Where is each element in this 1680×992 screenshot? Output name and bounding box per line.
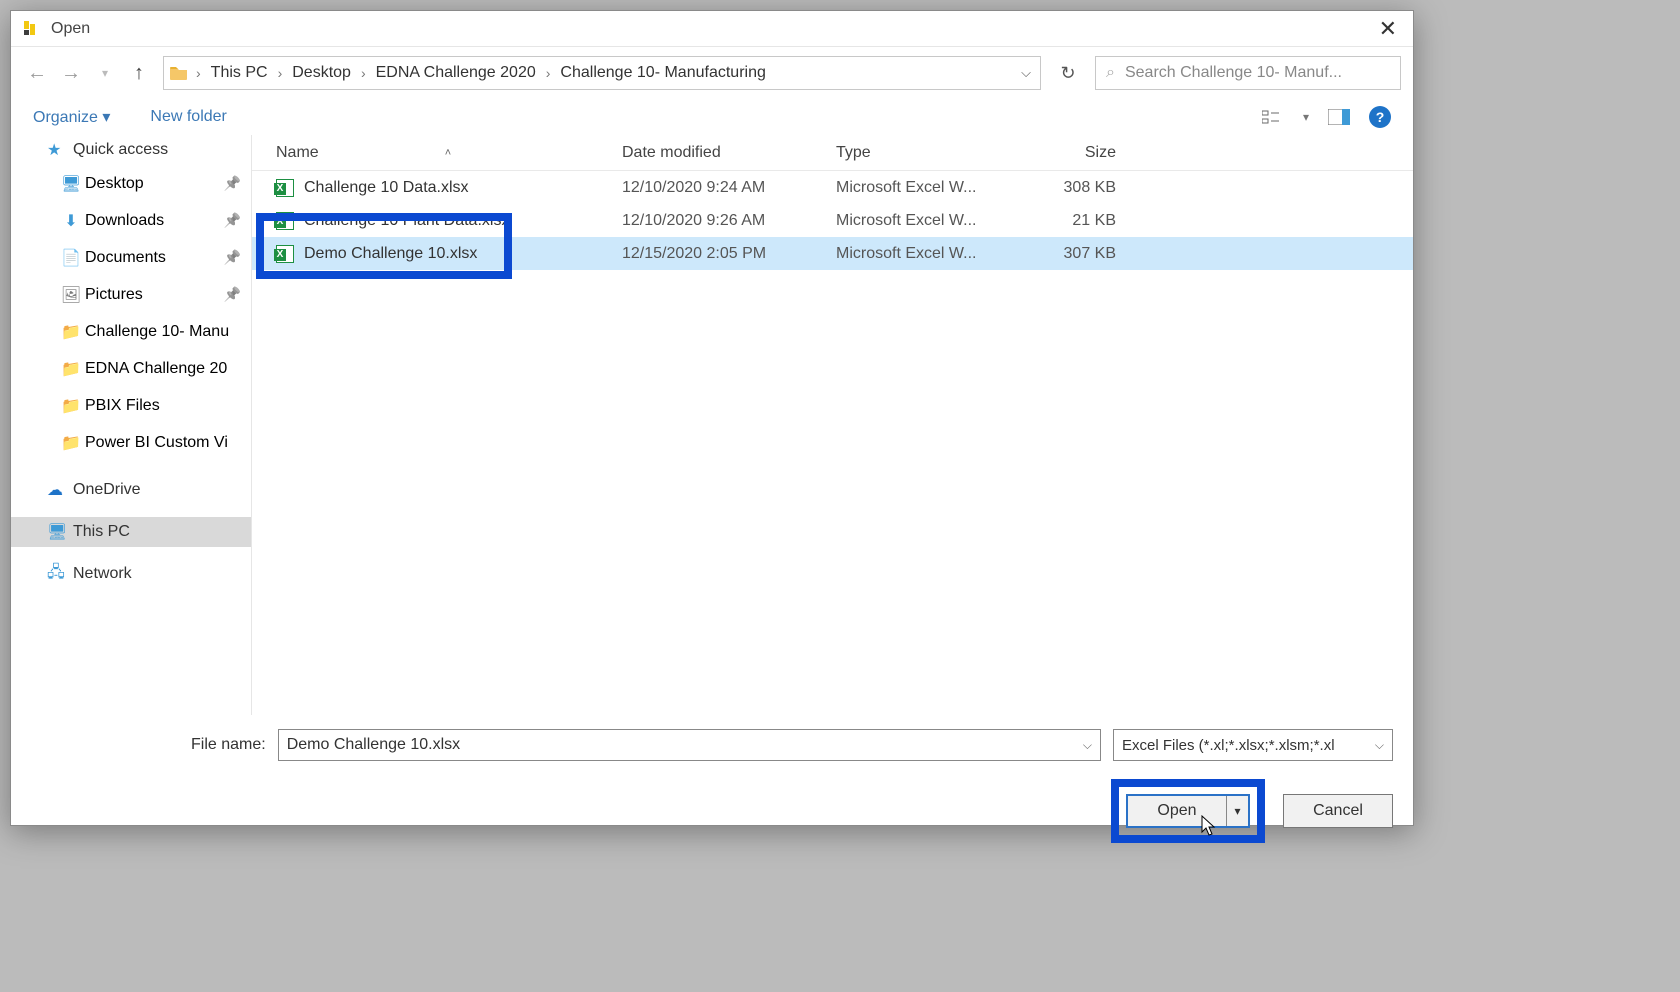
desktop-icon: 🖥 — [61, 174, 81, 194]
file-type: Microsoft Excel W... — [836, 212, 1016, 230]
search-input[interactable]: ⌕ Search Challenge 10- Manuf... — [1095, 56, 1401, 90]
chevron-right-icon[interactable]: › — [194, 65, 203, 81]
folder-icon: 📁 — [61, 322, 81, 342]
file-name-label: File name: — [191, 736, 266, 754]
annotation-highlight: Open ▾ — [1111, 779, 1265, 843]
sidebar-item-challenge10[interactable]: 📁 Challenge 10- Manu — [11, 313, 251, 350]
new-folder-button[interactable]: New folder — [150, 108, 226, 126]
view-dropdown-icon[interactable]: ▾ — [1303, 110, 1309, 124]
table-row[interactable]: Demo Challenge 10.xlsx 12/15/2020 2:05 P… — [252, 237, 1413, 270]
excel-icon — [276, 212, 294, 230]
crumb-desktop[interactable]: Desktop — [288, 64, 355, 82]
file-date: 12/10/2020 9:24 AM — [622, 179, 836, 197]
file-date: 12/15/2020 2:05 PM — [622, 245, 836, 263]
network-icon: 🖧 — [47, 561, 65, 588]
navbar: ← → ▾ ↑ › This PC › Desktop › EDNA Chall… — [11, 47, 1413, 99]
file-size: 21 KB — [1016, 212, 1128, 230]
file-date: 12/10/2020 9:26 AM — [622, 212, 836, 230]
file-size: 307 KB — [1016, 245, 1128, 263]
documents-icon: 📄 — [61, 248, 81, 268]
dialog-title: Open — [51, 20, 90, 38]
chevron-right-icon[interactable]: › — [359, 65, 368, 81]
folder-icon: 📁 — [61, 396, 81, 416]
help-icon[interactable]: ? — [1369, 106, 1391, 128]
cloud-icon: ☁ — [47, 480, 63, 500]
columns-header: Name˄ Date modified Type Size — [252, 135, 1413, 171]
star-icon: ★ — [47, 140, 61, 160]
excel-icon — [276, 245, 294, 263]
folder-icon — [168, 62, 190, 84]
sidebar-item-documents[interactable]: 📄 Documents — [11, 239, 251, 276]
view-options-icon[interactable] — [1261, 105, 1285, 129]
back-icon[interactable]: ← — [23, 59, 51, 87]
file-type: Microsoft Excel W... — [836, 245, 1016, 263]
sidebar-quick-access[interactable]: ★ Quick access — [11, 135, 251, 165]
footer: File name: Demo Challenge 10.xlsx ⌵ Exce… — [11, 715, 1413, 825]
up-icon[interactable]: ↑ — [125, 59, 153, 87]
chevron-right-icon[interactable]: › — [544, 65, 553, 81]
sort-asc-icon: ˄ — [445, 147, 451, 159]
excel-icon — [276, 179, 294, 197]
app-icon — [21, 20, 39, 38]
file-type: Microsoft Excel W... — [836, 179, 1016, 197]
recent-dropdown-icon[interactable]: ▾ — [91, 59, 119, 87]
sidebar-onedrive[interactable]: ☁ OneDrive — [11, 475, 251, 505]
pictures-icon: 🖼 — [61, 285, 81, 305]
search-icon: ⌕ — [1106, 64, 1115, 82]
crumb-challenge10[interactable]: Challenge 10- Manufacturing — [556, 64, 769, 82]
file-size: 308 KB — [1016, 179, 1128, 197]
sidebar-network[interactable]: 🖧 Network — [11, 559, 251, 589]
rows: Challenge 10 Data.xlsx 12/10/2020 9:24 A… — [252, 171, 1413, 715]
crumb-edna[interactable]: EDNA Challenge 2020 — [372, 64, 540, 82]
forward-icon: → — [57, 59, 85, 87]
toolbar: Organize ▾ New folder ▾ ? — [11, 99, 1413, 135]
close-icon[interactable]: ✕ — [1373, 16, 1403, 42]
open-split-dropdown-icon[interactable]: ▾ — [1226, 796, 1248, 826]
file-name-input[interactable]: Demo Challenge 10.xlsx ⌵ — [278, 729, 1101, 761]
sidebar-item-pictures[interactable]: 🖼 Pictures — [11, 276, 251, 313]
organize-button[interactable]: Organize ▾ — [33, 107, 110, 127]
titlebar: Open ✕ — [11, 11, 1413, 47]
col-name[interactable]: Name˄ — [252, 144, 622, 162]
crumb-this-pc[interactable]: This PC — [207, 64, 272, 82]
open-dialog: Open ✕ ← → ▾ ↑ › This PC › Desktop › EDN… — [10, 10, 1414, 826]
breadcrumb-dropdown-icon[interactable]: ⌵ — [1016, 65, 1036, 81]
file-name: Demo Challenge 10.xlsx — [252, 245, 622, 263]
refresh-icon[interactable]: ↻ — [1053, 58, 1083, 88]
breadcrumb[interactable]: › This PC › Desktop › EDNA Challenge 202… — [163, 56, 1041, 90]
sidebar: ★ Quick access 🖥 Desktop ⬇ Downloads 📄 D… — [11, 135, 251, 715]
sidebar-item-desktop[interactable]: 🖥 Desktop — [11, 165, 251, 202]
sidebar-item-powerbi-custom[interactable]: 📁 Power BI Custom Vi — [11, 424, 251, 461]
table-row[interactable]: Challenge 10 Plant Data.xlsx 12/10/2020 … — [252, 204, 1413, 237]
open-button[interactable]: Open ▾ — [1126, 794, 1250, 828]
file-type-filter[interactable]: Excel Files (*.xl;*.xlsx;*.xlsm;*.xl ⌵ — [1113, 729, 1393, 761]
preview-pane-icon[interactable] — [1327, 105, 1351, 129]
col-date[interactable]: Date modified — [622, 144, 836, 162]
chevron-down-icon[interactable]: ⌵ — [1375, 738, 1384, 753]
file-name: Challenge 10 Plant Data.xlsx — [252, 212, 622, 230]
search-placeholder: Search Challenge 10- Manuf... — [1125, 64, 1342, 82]
dialog-body: ★ Quick access 🖥 Desktop ⬇ Downloads 📄 D… — [11, 135, 1413, 715]
computer-icon: 🖥 — [47, 522, 67, 542]
sidebar-this-pc[interactable]: 🖥 This PC — [11, 517, 251, 547]
file-name: Challenge 10 Data.xlsx — [252, 179, 622, 197]
col-size[interactable]: Size — [1016, 144, 1128, 162]
folder-icon: 📁 — [61, 433, 81, 453]
sidebar-item-pbix[interactable]: 📁 PBIX Files — [11, 387, 251, 424]
table-row[interactable]: Challenge 10 Data.xlsx 12/10/2020 9:24 A… — [252, 171, 1413, 204]
file-list: Name˄ Date modified Type Size Challenge … — [251, 135, 1413, 715]
folder-icon: 📁 — [61, 359, 81, 379]
download-icon: ⬇ — [61, 211, 81, 231]
sidebar-item-downloads[interactable]: ⬇ Downloads — [11, 202, 251, 239]
chevron-right-icon[interactable]: › — [276, 65, 285, 81]
col-type[interactable]: Type — [836, 144, 1016, 162]
chevron-down-icon[interactable]: ⌵ — [1083, 738, 1092, 753]
sidebar-item-edna[interactable]: 📁 EDNA Challenge 20 — [11, 350, 251, 387]
cancel-button[interactable]: Cancel — [1283, 794, 1393, 828]
